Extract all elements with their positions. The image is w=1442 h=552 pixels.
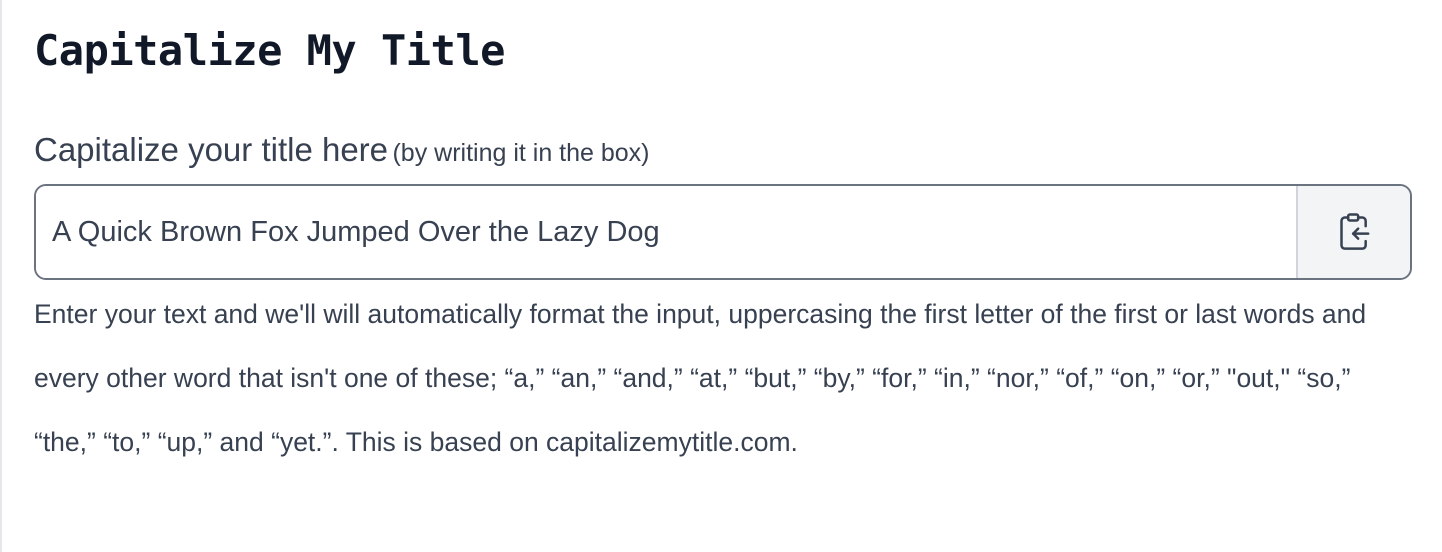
page-title: Capitalize My Title <box>34 26 505 75</box>
left-border-divider <box>0 0 2 552</box>
instructions-text: Enter your text and we'll will automatic… <box>34 299 1367 457</box>
title-input[interactable] <box>36 186 1296 278</box>
title-field-label-text: Capitalize your title here <box>34 131 389 168</box>
paste-button[interactable] <box>1296 186 1410 278</box>
clipboard-paste-icon <box>1334 212 1374 252</box>
title-field-hint: (by writing it in the box) <box>392 139 650 167</box>
title-input-group <box>34 184 1412 280</box>
title-field-label: Capitalize your title here (by writing i… <box>34 128 650 175</box>
